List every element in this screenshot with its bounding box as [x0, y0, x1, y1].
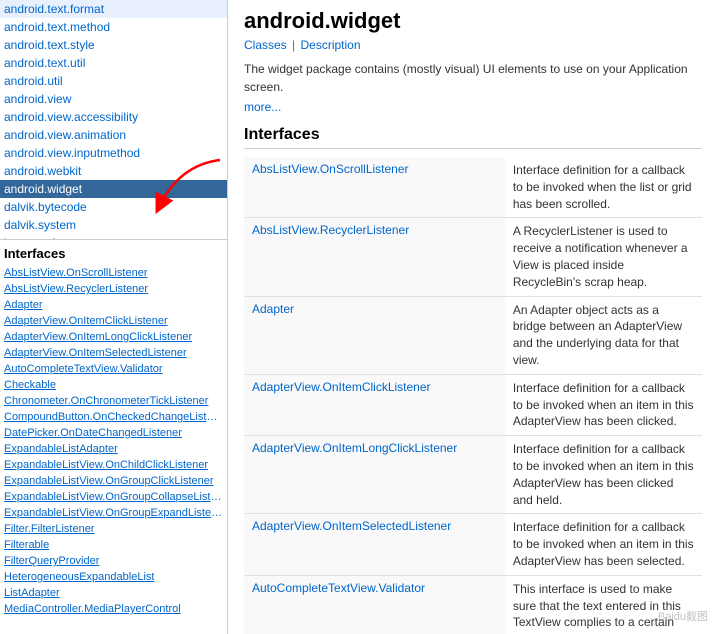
interfaces-table: AbsListView.OnScrollListener Interface de…: [244, 157, 702, 634]
content-description: The widget package contains (mostly visu…: [244, 60, 702, 96]
interface-description: This interface is used to make sure that…: [505, 575, 702, 634]
sidebar-interface-item[interactable]: Checkable: [0, 377, 227, 393]
interface-link[interactable]: AbsListView.RecyclerListener: [252, 223, 409, 237]
sidebar-interface-item[interactable]: DatePicker.OnDateChangedListener: [0, 425, 227, 441]
sidebar-package-item[interactable]: android.view.animation: [0, 126, 227, 144]
page-title: android.widget: [244, 8, 702, 34]
interface-link[interactable]: AutoCompleteTextView.Validator: [252, 581, 425, 595]
sidebar-interfaces-heading: Interfaces: [0, 240, 227, 265]
sidebar-package-item[interactable]: android.widget: [0, 180, 227, 198]
sidebar-interface-item[interactable]: AdapterView.OnItemLongClickListener: [0, 329, 227, 345]
sidebar-interface-item[interactable]: Adapter: [0, 297, 227, 313]
interface-description: A RecyclerListener is used to receive a …: [505, 218, 702, 296]
sidebar-package-item[interactable]: android.view.inputmethod: [0, 144, 227, 162]
sidebar-interface-item[interactable]: ExpandableListView.OnGroupClickListener: [0, 473, 227, 489]
sidebar-interface-item[interactable]: AbsListView.OnScrollListener: [0, 265, 227, 281]
sidebar-interfaces-list: Interfaces AbsListView.OnScrollListenerA…: [0, 240, 227, 634]
sidebar-package-item[interactable]: android.webkit: [0, 162, 227, 180]
sidebar-interface-item[interactable]: AbsListView.RecyclerListener: [0, 281, 227, 297]
sidebar-interface-item[interactable]: ExpandableListView.OnGroupCollapseListen…: [0, 489, 227, 505]
sidebar-interface-item[interactable]: AutoCompleteTextView.Validator: [0, 361, 227, 377]
sidebar-interface-item[interactable]: Chronometer.OnChronometerTickListener: [0, 393, 227, 409]
sidebar: android.text.formatandroid.text.methodan…: [0, 0, 228, 634]
sidebar-package-item[interactable]: android.text.style: [0, 36, 227, 54]
interface-link[interactable]: Adapter: [252, 302, 294, 316]
content-nav: Classes | Description: [244, 38, 702, 52]
interface-row: AdapterView.OnItemLongClickListener Inter…: [244, 436, 702, 514]
sidebar-interface-item[interactable]: Filterable: [0, 537, 227, 553]
interface-link[interactable]: AdapterView.OnItemLongClickListener: [252, 441, 457, 455]
sidebar-package-item[interactable]: android.text.util: [0, 54, 227, 72]
interface-description: An Adapter object acts as a bridge betwe…: [505, 296, 702, 374]
sidebar-package-item[interactable]: android.view.accessibility: [0, 108, 227, 126]
interface-row: AdapterView.OnItemSelectedListener Interf…: [244, 514, 702, 575]
sidebar-interface-item[interactable]: FilterQueryProvider: [0, 553, 227, 569]
sidebar-interface-item[interactable]: Filter.FilterListener: [0, 521, 227, 537]
interface-link[interactable]: AdapterView.OnItemSelectedListener: [252, 519, 451, 533]
classes-link[interactable]: Classes: [244, 38, 287, 52]
more-link[interactable]: more...: [244, 100, 702, 114]
sidebar-package-item[interactable]: android.view: [0, 90, 227, 108]
sidebar-package-item[interactable]: android.text.format: [0, 0, 227, 18]
sidebar-interface-item[interactable]: ExpandableListView.OnChildClickListener: [0, 457, 227, 473]
sidebar-package-item[interactable]: dalvik.bytecode: [0, 198, 227, 216]
description-link[interactable]: Description: [301, 38, 361, 52]
sidebar-interface-item[interactable]: HeterogeneousExpandableList: [0, 569, 227, 585]
interface-row: Adapter An Adapter object acts as a bridg…: [244, 296, 702, 374]
sidebar-interface-item[interactable]: ExpandableListView.OnGroupExpandListener: [0, 505, 227, 521]
interface-description: Interface definition for a callback to b…: [505, 157, 702, 218]
interface-description: Interface definition for a callback to b…: [505, 514, 702, 575]
sidebar-interface-item[interactable]: ListAdapter: [0, 585, 227, 601]
interface-row: AdapterView.OnItemClickListener Interface…: [244, 374, 702, 435]
sidebar-package-item[interactable]: dalvik.system: [0, 216, 227, 234]
sidebar-package-item[interactable]: android.util: [0, 72, 227, 90]
sidebar-interface-item[interactable]: ExpandableListAdapter: [0, 441, 227, 457]
interface-description: Interface definition for a callback to b…: [505, 374, 702, 435]
main-content: android.widget Classes | Description The…: [228, 0, 718, 634]
interfaces-heading: Interfaces: [244, 126, 702, 149]
sidebar-interface-item[interactable]: CompoundButton.OnCheckedChangeListener: [0, 409, 227, 425]
interface-row: AutoCompleteTextView.Validator This inter…: [244, 575, 702, 634]
interface-link[interactable]: AdapterView.OnItemClickListener: [252, 380, 431, 394]
interface-link[interactable]: AbsListView.OnScrollListener: [252, 162, 409, 176]
nav-separator: |: [292, 38, 295, 52]
sidebar-interface-item[interactable]: MediaController.MediaPlayerControl: [0, 601, 227, 617]
sidebar-package-list: android.text.formatandroid.text.methodan…: [0, 0, 227, 240]
interface-row: AbsListView.OnScrollListener Interface de…: [244, 157, 702, 218]
interface-description: Interface definition for a callback to b…: [505, 436, 702, 514]
sidebar-package-item[interactable]: android.text.method: [0, 18, 227, 36]
interface-row: AbsListView.RecyclerListener A RecyclerLi…: [244, 218, 702, 296]
sidebar-interface-item[interactable]: AdapterView.OnItemClickListener: [0, 313, 227, 329]
sidebar-interface-item[interactable]: AdapterView.OnItemSelectedListener: [0, 345, 227, 361]
